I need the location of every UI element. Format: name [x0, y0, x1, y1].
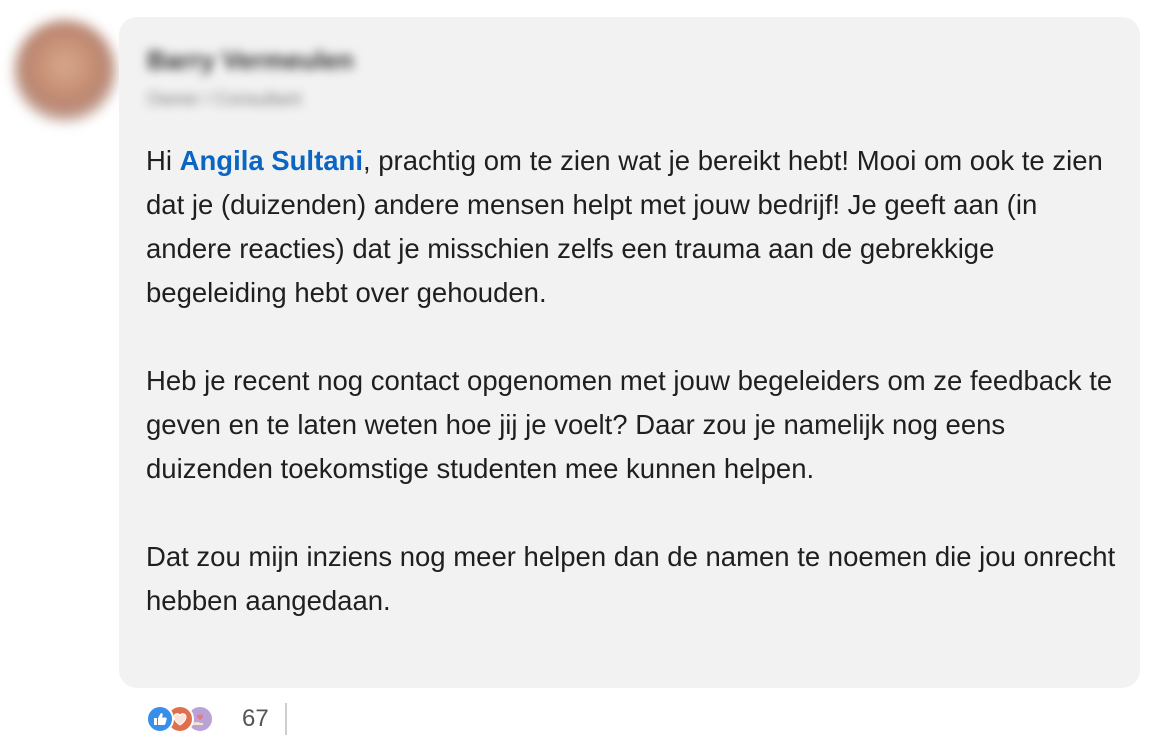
comment-paragraph-2: Heb je recent nog contact opgenomen met … — [146, 365, 1113, 484]
author-name[interactable]: Barry Vermeulen — [147, 45, 354, 76]
comment-paragraph-3: Dat zou mijn inziens nog meer helpen dan… — [146, 541, 1116, 616]
comment-text: Hi Angila Sultani, prachtig om te zien w… — [146, 139, 1116, 623]
divider — [284, 703, 287, 735]
greeting-text: Hi — [146, 145, 180, 176]
avatar[interactable] — [14, 20, 116, 122]
mention-link[interactable]: Angila Sultani — [180, 145, 363, 176]
reactions-bar: 67 — [146, 703, 287, 735]
author-headline: Owner / Consultant — [147, 89, 302, 109]
comment-bubble: Barry Vermeulen Owner / Consultant Hi An… — [119, 17, 1140, 688]
comment-paragraph-1: Hi Angila Sultani, prachtig om te zien w… — [146, 139, 1116, 315]
like-icon — [146, 705, 174, 733]
reaction-icons[interactable] — [146, 704, 230, 734]
reaction-count[interactable]: 67 — [242, 705, 269, 733]
